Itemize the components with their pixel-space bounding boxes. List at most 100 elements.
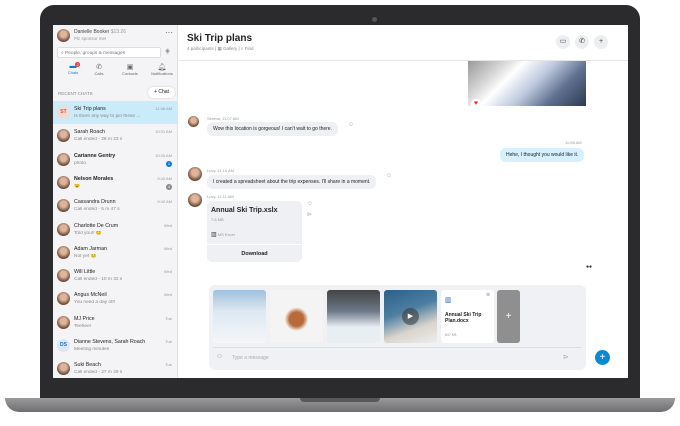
chat-time: 11:08 AM — [155, 106, 172, 111]
message-input[interactable]: Type a message — [232, 355, 269, 361]
chat-time: 9:42 AM — [157, 175, 172, 181]
message-bubble: Wow this location is gorgeous! I can't w… — [207, 122, 338, 136]
chat-list-item[interactable]: Adam Jarman Not yet 😐 Wed — [53, 241, 178, 264]
chat-list-item[interactable]: Will Little Call ended - 10 m 32 s Wed — [53, 264, 178, 287]
chat-time: Tue — [165, 339, 172, 344]
laptop-notch — [300, 398, 380, 402]
gallery-link[interactable]: Gallery — [223, 46, 237, 51]
play-icon[interactable]: ▶ — [402, 308, 419, 325]
new-chat-button[interactable]: + Chat — [148, 87, 175, 98]
dialpad-icon[interactable]: ⋕ — [165, 48, 170, 55]
chat-preview: Not yet 😐 — [74, 253, 97, 259]
chat-list-item[interactable]: Cassandra Drunn Call ended - 5 m 47 s 9:… — [53, 194, 178, 217]
chat-list-item[interactable]: MJ Price Teehee! Tue — [53, 311, 178, 334]
profile-status[interactable]: Plz sponsor me! — [74, 36, 106, 41]
video-attachment-thumbnail[interactable]: ▶ — [384, 290, 437, 343]
gallery-icon: ▦ — [217, 46, 222, 51]
video-call-button[interactable]: ▭ — [556, 35, 570, 49]
audio-call-button[interactable]: ✆ — [575, 35, 589, 49]
add-attachment-button[interactable]: + — [497, 290, 520, 343]
conversation: Ski Trip plans 4 participants | ▦ Galler… — [179, 25, 628, 378]
chat-time: 10:30 AM — [155, 152, 172, 158]
chat-list-item[interactable]: Sarah Roach Call ended - 26 m 23 s 10:31… — [53, 124, 178, 147]
contact-avatar — [57, 269, 70, 283]
serena-avatar — [188, 116, 199, 127]
chat-preview: Meeting minutes — [74, 347, 110, 352]
tab-label: Chats — [67, 70, 79, 75]
attachment-thumbnail[interactable] — [327, 290, 380, 343]
search-placeholder: People, groups & messages — [65, 51, 126, 56]
my-message-bubble: Hehe, I thought you would like it. — [500, 148, 585, 162]
chat-preview: Call ended - 5 m 47 s — [74, 207, 120, 213]
sidebar: Danielle Booker $13.26 Plz sponsor me! ·… — [53, 25, 178, 378]
recent-chats-label: RECENT CHATS — [58, 91, 93, 96]
tab-label: Calls — [94, 71, 104, 76]
chat-preview: photo — [74, 160, 87, 166]
chat-preview: You need a day off! — [74, 300, 116, 306]
add-content-button[interactable]: + — [595, 350, 610, 365]
tab-contacts[interactable]: ▣ Contacts — [119, 63, 141, 76]
emoji-react-icon[interactable]: ☺ — [348, 122, 354, 128]
heart-reaction-icon[interactable]: ♥ — [471, 99, 481, 109]
find-link[interactable]: Find — [245, 46, 254, 51]
participants-link[interactable]: 4 participants — [187, 46, 214, 51]
read-receipts: ●● — [586, 264, 593, 270]
chat-list-item[interactable]: Charlotte De Crum Told you!! 😊 Wed — [53, 218, 178, 241]
chat-preview: Call ended - 10 m 32 s — [74, 277, 123, 283]
chat-list-item[interactable]: Carianne Gentry photo 10:30 AM 1 — [53, 148, 178, 171]
attachment-thumbnail[interactable] — [213, 290, 266, 343]
chat-time: Wed — [163, 269, 172, 275]
tab-chats[interactable]: ▬ Chats 2 — [63, 62, 83, 75]
message-meta: Serena, 11:07 AM — [207, 116, 239, 121]
attachment-thumbnail[interactable] — [270, 290, 323, 343]
word-icon: ▥ — [445, 297, 452, 304]
chat-preview: Call ended - 26 m 23 s — [74, 137, 123, 143]
more-icon[interactable]: ··· — [165, 28, 173, 37]
group-avatar: ST — [57, 106, 70, 119]
remove-attachment-icon[interactable]: ⊗ — [486, 292, 490, 298]
chat-time: Tue — [165, 315, 172, 321]
message-meta: 11:08 AM — [565, 140, 582, 145]
chat-list-item[interactable]: Nelson Morales 😉 9:42 AM 4 — [53, 171, 178, 194]
shared-mountain-photo[interactable] — [468, 61, 586, 106]
contact-avatar — [57, 362, 70, 376]
chat-list-item[interactable]: Suki Beach Call ended - 27 m 29 s Tue — [53, 357, 178, 378]
search-input[interactable]: ⌕ People, groups & messages — [57, 47, 161, 58]
skype-window: Danielle Booker $13.26 Plz sponsor me! ·… — [53, 25, 628, 378]
add-participant-button[interactable]: + — [594, 35, 608, 49]
chat-list-item[interactable]: DS Dianne Stevens, Sarah Roach Meeting mi… — [53, 334, 178, 357]
emoji-icon[interactable]: ☺ — [216, 353, 223, 360]
contact-avatar — [57, 152, 70, 166]
chat-list-item[interactable]: ST Ski Trip plans Is there any way to pin… — [53, 101, 178, 124]
docx-attachment[interactable]: ▥ Annual Ski Trip Plan.docx 847 KB ⊗ — [441, 290, 494, 343]
chat-time: 10:31 AM — [155, 129, 172, 135]
emoji-react-icon[interactable]: ☺ — [386, 173, 392, 179]
profile-credit: $13.26 — [110, 29, 126, 35]
contact-avatar — [57, 175, 70, 189]
chat-name: Angus McNeil — [74, 292, 107, 299]
profile-avatar[interactable] — [57, 29, 70, 42]
chat-name: Suki Beach — [74, 362, 101, 369]
contacts-icon: ▣ — [126, 64, 134, 71]
file-name: Annual Ski Trip.xslx — [211, 207, 278, 214]
chat-name: Nelson Morales — [74, 175, 114, 182]
chat-time: Wed — [163, 245, 172, 251]
file-card[interactable]: Annual Ski Trip.xslx 7.6 MB ▥ MS Excel D… — [207, 201, 302, 262]
download-button[interactable]: Download — [207, 244, 302, 262]
chat-preview: 😉 — [74, 183, 80, 189]
tab-calls[interactable]: ✆ Calls — [89, 63, 109, 76]
lucy-avatar — [188, 167, 202, 181]
chat-title: Ski Trip plans — [187, 33, 253, 44]
send-icon[interactable]: ⊳ — [563, 353, 569, 361]
chat-preview: Call ended - 27 m 29 s — [74, 370, 123, 376]
chat-name: Will Little — [74, 269, 96, 276]
emoji-react-icon[interactable]: ☺ — [307, 201, 313, 207]
tab-label: Contacts — [122, 71, 138, 76]
chat-name: Dianne Stevens, Sarah Roach — [74, 339, 146, 345]
chat-list-item[interactable]: Angus McNeil You need a day off! Wed — [53, 287, 178, 310]
contact-avatar — [57, 315, 70, 329]
forward-icon[interactable]: ⊳ — [307, 211, 312, 218]
tab-notifications[interactable]: 🔔︎ Notifications — [148, 63, 176, 76]
chat-time: Wed — [163, 222, 172, 228]
unread-badge: 1 — [166, 160, 172, 167]
